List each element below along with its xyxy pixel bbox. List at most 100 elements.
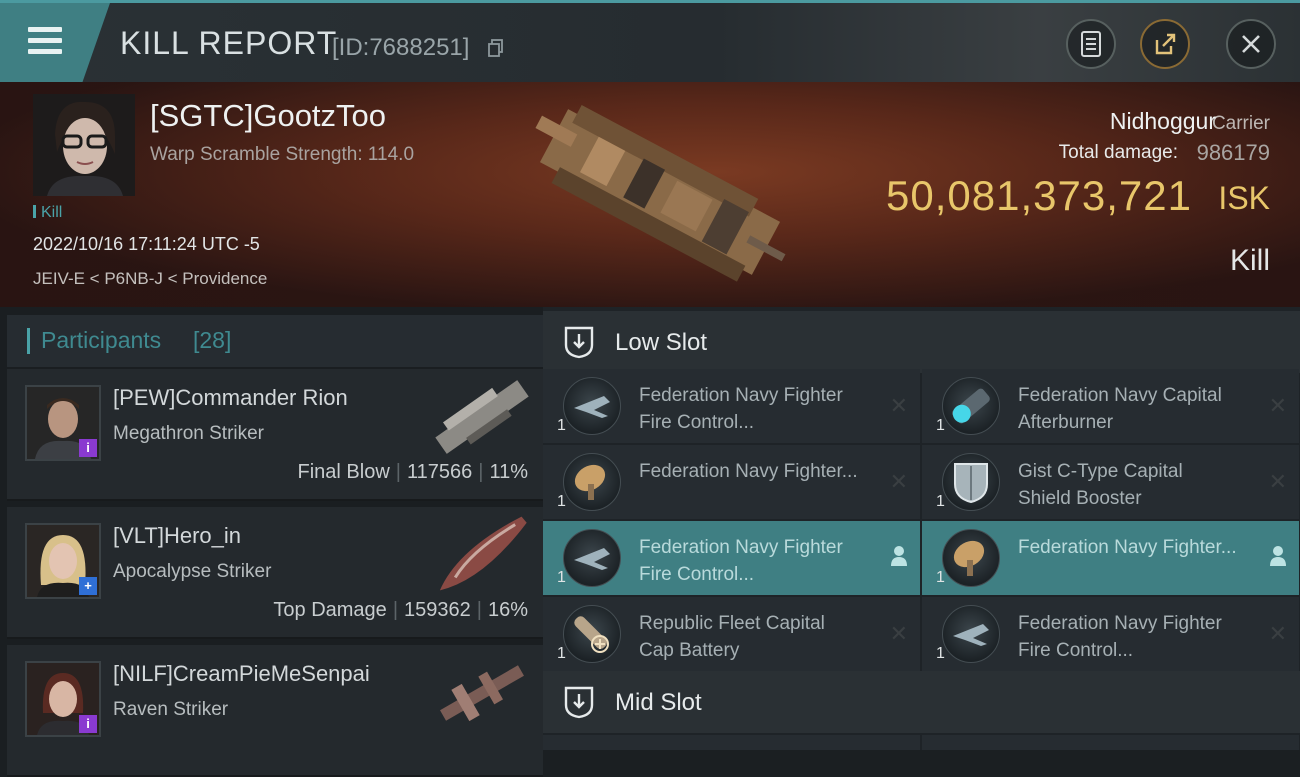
document-icon bbox=[1081, 31, 1101, 57]
low-slot-header: Low Slot bbox=[543, 311, 1300, 373]
module-name: Federation Navy Fighter... bbox=[639, 461, 858, 482]
module-slot[interactable]: 1 Federation Navy Capital Afterburner ✕ bbox=[922, 369, 1299, 443]
module-slot[interactable]: 1 Federation Navy Fighter... ✕ bbox=[543, 445, 920, 519]
participant-role: Final Blow bbox=[297, 461, 390, 483]
victim-name[interactable]: [SGTC]GootzToo bbox=[150, 98, 386, 134]
module-name: Federation Navy Fighter Fire Control... bbox=[639, 385, 843, 433]
module-quantity: 1 bbox=[557, 569, 566, 586]
module-name: Gist C-Type Capital Shield Booster bbox=[1018, 461, 1183, 509]
participant-damage: 159362 bbox=[404, 599, 471, 621]
ship-class: Carrier bbox=[1211, 113, 1270, 134]
kill-result: Kill bbox=[1229, 244, 1270, 277]
kill-location[interactable]: JEIV-E < P6NB-J < Providence bbox=[33, 269, 267, 289]
total-damage-label: Total damage: bbox=[1058, 142, 1178, 163]
participant-ship-image bbox=[435, 380, 529, 454]
ship-name[interactable]: Nidhoggur bbox=[1110, 108, 1216, 135]
victim-avatar bbox=[33, 94, 135, 196]
mid-slot-header: Mid Slot bbox=[543, 671, 1300, 733]
badge-icon: i bbox=[79, 715, 97, 733]
module-quantity: 1 bbox=[936, 645, 945, 662]
avatar: i bbox=[25, 385, 101, 461]
isk-unit: ISK bbox=[1218, 180, 1270, 216]
kill-timestamp: 2022/10/16 17:11:24 UTC -5 bbox=[33, 234, 260, 254]
module-slot-partial[interactable] bbox=[922, 735, 1299, 750]
module-slot-partial[interactable] bbox=[543, 735, 920, 750]
menu-button[interactable] bbox=[0, 3, 110, 82]
badge-icon: i bbox=[79, 439, 97, 457]
participant-damage: 117566 bbox=[406, 461, 473, 483]
module-name: Federation Navy Fighter Fire Control... bbox=[1018, 613, 1222, 661]
participant-name[interactable]: [PEW]Commander Rion bbox=[113, 385, 348, 411]
warp-scramble-strength: Warp Scramble Strength: 114.0 bbox=[150, 144, 415, 165]
participants-panel: Participants [28] i [PEW]Commander Rion … bbox=[0, 307, 543, 777]
stat-separator: | bbox=[392, 599, 399, 621]
fighter-fire-control-icon bbox=[942, 605, 1000, 663]
destroyed-icon: ✕ bbox=[889, 393, 908, 418]
fitting-panel: Low Slot 1 Federation Navy Fighter Fire … bbox=[543, 307, 1300, 750]
participant-card[interactable]: i [NILF]CreamPieMeSenpai Raven Striker bbox=[7, 645, 543, 777]
copy-icon[interactable] bbox=[488, 39, 504, 57]
module-slot[interactable]: 1 Federation Navy Fighter Fire Control..… bbox=[543, 521, 920, 595]
victim-ship-image[interactable] bbox=[520, 92, 800, 292]
mid-slot-label: Mid Slot bbox=[615, 689, 702, 716]
participant-card[interactable]: i [PEW]Commander Rion Megathron Striker … bbox=[7, 369, 543, 501]
stat-separator: | bbox=[395, 461, 401, 483]
badge-icon: + bbox=[79, 577, 97, 595]
low-slot-label: Low Slot bbox=[615, 329, 708, 356]
destroyed-icon: ✕ bbox=[889, 621, 908, 646]
participant-stats: Top Damage | 159362 | 16% bbox=[273, 599, 528, 622]
module-slot[interactable]: 1 Federation Navy Fighter... bbox=[922, 521, 1299, 595]
participant-name[interactable]: [NILF]CreamPieMeSenpai bbox=[113, 661, 370, 687]
destroyed-icon: ✕ bbox=[889, 469, 908, 494]
participants-header: Participants [28] bbox=[7, 315, 543, 367]
afterburner-icon bbox=[942, 377, 1000, 435]
module-quantity: 1 bbox=[936, 569, 945, 586]
stat-separator: | bbox=[478, 461, 484, 483]
module-name: Federation Navy Fighter... bbox=[1018, 537, 1237, 558]
module-name: Republic Fleet Capital Cap Battery bbox=[639, 613, 825, 661]
participant-card[interactable]: + [VLT]Hero_in Apocalypse Striker Top Da… bbox=[7, 507, 543, 639]
module-quantity: 1 bbox=[557, 417, 566, 434]
share-button[interactable] bbox=[1140, 19, 1190, 69]
participant-ship: Raven Striker bbox=[113, 699, 229, 720]
fighter-support-icon bbox=[563, 453, 621, 511]
module-name: Federation Navy Capital Afterburner bbox=[1018, 385, 1222, 433]
isk-value: 50,081,373,721 bbox=[886, 172, 1192, 219]
destroyed-icon: ✕ bbox=[1268, 469, 1287, 494]
participant-stats: Final Blow | 117566 | 11% bbox=[298, 461, 528, 484]
stat-separator: | bbox=[476, 599, 482, 621]
share-icon bbox=[1155, 33, 1176, 55]
header-accent bbox=[27, 328, 30, 354]
module-quantity: 1 bbox=[936, 417, 945, 434]
participant-percent: 11% bbox=[489, 461, 528, 483]
shield-booster-icon bbox=[942, 453, 1000, 511]
participants-label: Participants bbox=[41, 327, 162, 353]
close-button[interactable] bbox=[1226, 19, 1276, 69]
low-slot-icon bbox=[564, 326, 594, 359]
fighter-fire-control-icon bbox=[563, 529, 621, 587]
module-quantity: 1 bbox=[936, 493, 945, 510]
report-id: [ID:7688251] bbox=[332, 34, 470, 61]
participant-ship: Megathron Striker bbox=[113, 423, 265, 444]
module-slot[interactable]: 1 Federation Navy Fighter Fire Control..… bbox=[543, 369, 920, 443]
module-quantity: 1 bbox=[557, 493, 566, 510]
participant-name[interactable]: [VLT]Hero_in bbox=[113, 523, 241, 549]
cap-battery-icon bbox=[563, 605, 621, 663]
victim-portrait[interactable] bbox=[33, 94, 135, 196]
participant-ship: Apocalypse Striker bbox=[113, 561, 272, 582]
destroyed-icon: ✕ bbox=[1268, 393, 1287, 418]
participants-count: [28] bbox=[193, 327, 232, 353]
participant-role: Top Damage bbox=[273, 599, 387, 621]
document-button[interactable] bbox=[1066, 19, 1116, 69]
module-slot[interactable]: 1 Federation Navy Fighter Fire Control..… bbox=[922, 597, 1299, 671]
fighter-support-icon bbox=[942, 529, 1000, 587]
mid-slot-icon bbox=[564, 686, 594, 719]
dropped-person-icon bbox=[1270, 546, 1286, 566]
hamburger-icon bbox=[28, 27, 62, 60]
kill-tag: Kill bbox=[33, 204, 62, 222]
module-slot[interactable]: 1 Republic Fleet Capital Cap Battery ✕ bbox=[543, 597, 920, 671]
close-icon bbox=[1242, 35, 1260, 53]
module-slot[interactable]: 1 Gist C-Type Capital Shield Booster ✕ bbox=[922, 445, 1299, 519]
victim-banner: [SGTC]GootzToo Warp Scramble Strength: 1… bbox=[0, 82, 1300, 307]
destroyed-icon: ✕ bbox=[1268, 621, 1287, 646]
